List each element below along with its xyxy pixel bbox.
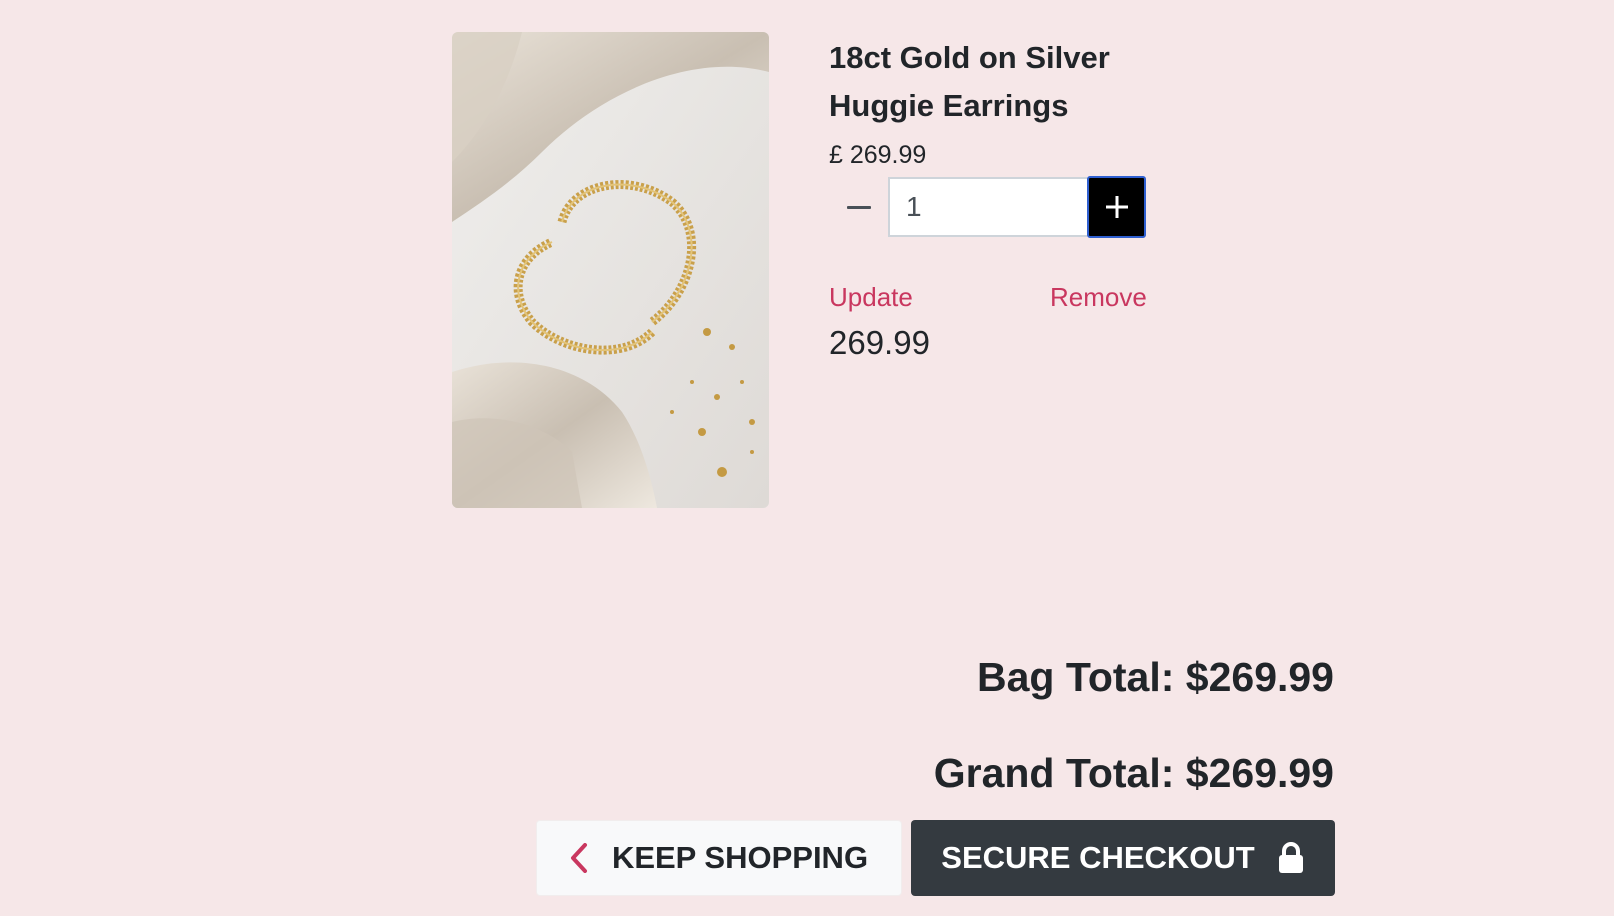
plus-icon bbox=[1105, 196, 1128, 218]
chevron-left-icon bbox=[570, 843, 588, 873]
update-link[interactable]: Update bbox=[829, 280, 913, 314]
keep-shopping-label: KEEP SHOPPING bbox=[611, 840, 869, 875]
line-total: 269.99 bbox=[829, 324, 930, 361]
remove-link[interactable]: Remove bbox=[1050, 280, 1147, 314]
lock-icon bbox=[1277, 842, 1305, 874]
unit-price: £ 269.99 bbox=[829, 141, 927, 169]
keep-shopping-button[interactable]: KEEP SHOPPING bbox=[536, 820, 902, 896]
grand-total: Grand Total: $269.99 bbox=[933, 750, 1334, 796]
minus-icon bbox=[847, 205, 871, 209]
product-image bbox=[452, 32, 769, 508]
quantity-decrease-button[interactable] bbox=[836, 178, 882, 236]
quantity-increase-button[interactable] bbox=[1087, 176, 1146, 238]
product-title: 18ct Gold on Silver Huggie Earrings bbox=[829, 40, 1110, 123]
bag-total: Bag Total: $269.99 bbox=[977, 654, 1334, 700]
secure-checkout-button[interactable]: SECURE CHECKOUT bbox=[911, 820, 1335, 896]
quantity-input[interactable] bbox=[888, 177, 1087, 237]
secure-checkout-label: SECURE CHECKOUT bbox=[941, 840, 1255, 875]
